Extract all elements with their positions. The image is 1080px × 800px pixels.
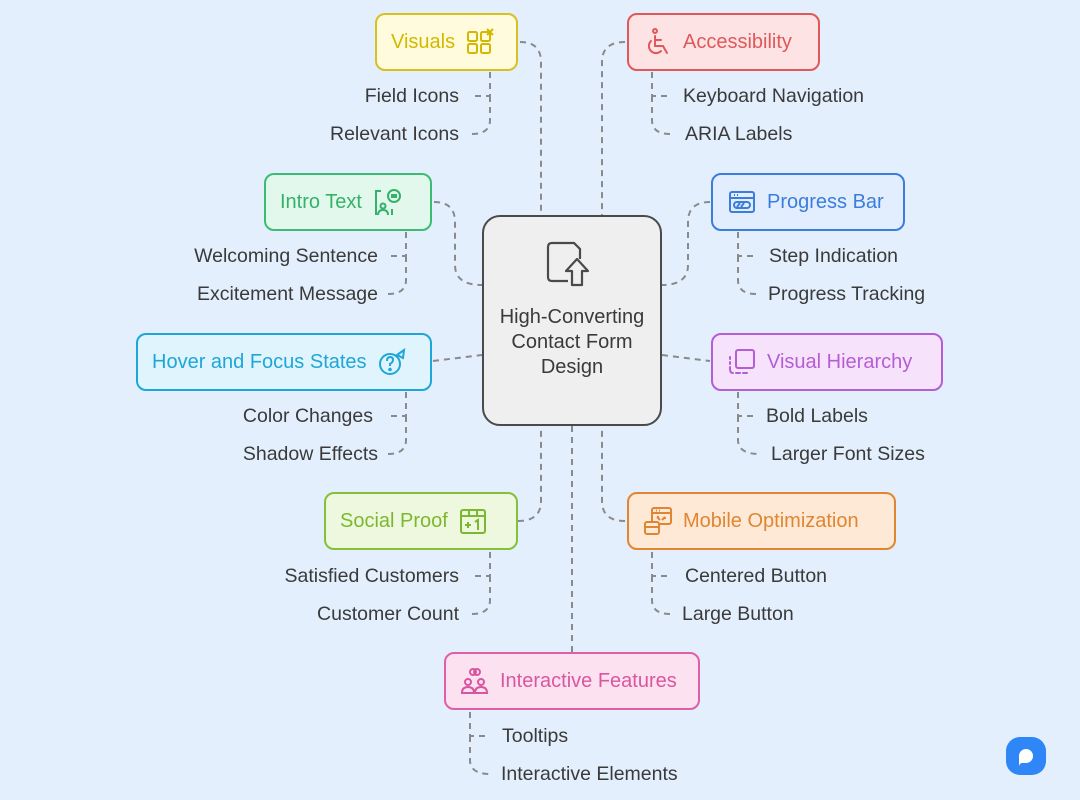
layered-square-icon (727, 347, 757, 377)
leaf-tooltips: Tooltips (502, 725, 569, 747)
leaf-progress-tracking: Progress Tracking (768, 283, 926, 305)
question-cursor-icon (377, 347, 407, 377)
central-title: High-Converting Contact Form Design (499, 306, 645, 378)
leaf-connector (386, 392, 407, 455)
leaf-satisfied-customers: Satisfied Customers (284, 565, 459, 587)
node-label: Hover and Focus States (152, 350, 367, 373)
wheelchair-icon (643, 27, 673, 57)
node-label: Interactive Features (500, 669, 677, 692)
leaf-color-changes: Color Changes (242, 405, 373, 427)
connector-accessibility (601, 41, 626, 215)
leaf-step-indication: Step Indication (769, 245, 899, 267)
node-visuals[interactable]: Visuals (375, 13, 518, 71)
node-accessibility[interactable]: Accessibility (627, 13, 820, 71)
people-link-icon (460, 666, 490, 696)
connector-visuals (519, 41, 542, 215)
node-label: Progress Bar (767, 190, 884, 213)
leaf-welcoming-sentence: Welcoming Sentence (194, 245, 378, 267)
connector-social-proof (517, 426, 542, 522)
leaf-connector (470, 552, 491, 615)
node-social-proof[interactable]: Social Proof (324, 492, 518, 550)
connector-progress-bar (661, 201, 711, 286)
node-label: Mobile Optimization (683, 509, 859, 532)
calendar-plus-one-icon (458, 506, 488, 536)
node-mobile-optimization[interactable]: Mobile Optimization (627, 492, 896, 550)
node-label: Visual Hierarchy (767, 350, 913, 373)
leaf-connector (651, 72, 672, 135)
connector-visual-hierarchy (661, 354, 711, 362)
leaf-relevant-icons: Relevant Icons (330, 123, 459, 145)
leaf-bold-labels: Bold Labels (766, 405, 868, 427)
leaf-shadow-effects: Shadow Effects (242, 443, 378, 465)
leaf-keyboard-navigation: Keyboard Navigation (683, 85, 865, 107)
node-interactive-features[interactable]: Interactive Features (444, 652, 700, 710)
browser-progress-icon (727, 187, 757, 217)
connector-hover-focus (432, 354, 483, 362)
leaf-excitement-message: Excitement Message (197, 283, 378, 305)
connector-intro-text (433, 201, 483, 286)
node-visual-hierarchy[interactable]: Visual Hierarchy (711, 333, 943, 391)
leaf-connector (469, 712, 491, 775)
responsive-window-icon (643, 506, 673, 536)
greeting-person-icon (372, 187, 402, 217)
leaf-connector (737, 392, 761, 455)
napkin-logo-icon (1006, 737, 1046, 775)
node-label: Accessibility (683, 30, 792, 53)
leaf-field-icons: Field Icons (364, 85, 459, 107)
leaf-connector (737, 232, 758, 295)
node-label: Intro Text (280, 190, 362, 213)
node-label: Visuals (391, 30, 456, 53)
document-upload-icon (546, 241, 590, 287)
leaf-connector (651, 552, 672, 615)
node-hover-focus[interactable]: Hover and Focus States (136, 333, 432, 391)
leaf-customer-count: Customer Count (317, 603, 459, 625)
leaf-large-button: Large Button (682, 603, 794, 625)
node-intro-text[interactable]: Intro Text (264, 173, 432, 231)
connector-mobile-optimization (601, 426, 626, 522)
leaf-centered-button: Centered Button (685, 565, 828, 587)
node-label: Social Proof (340, 509, 448, 532)
leaf-larger-font-sizes: Larger Font Sizes (771, 443, 925, 465)
node-progress-bar[interactable]: Progress Bar (711, 173, 905, 231)
grid-edit-icon (465, 27, 495, 57)
leaf-interactive-elements: Interactive Elements (501, 763, 678, 785)
central-topic[interactable]: High-Converting Contact Form Design (482, 215, 662, 426)
leaf-connector (386, 232, 407, 295)
leaf-connector (470, 72, 491, 135)
leaf-aria-labels: ARIA Labels (685, 123, 793, 145)
